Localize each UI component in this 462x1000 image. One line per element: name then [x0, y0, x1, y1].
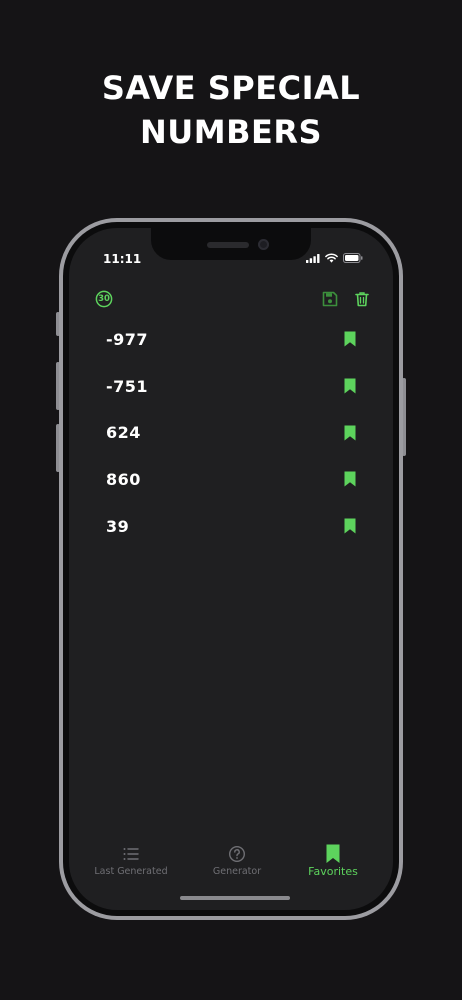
- list-item[interactable]: 624: [69, 409, 393, 456]
- tab-generator[interactable]: Generator: [183, 844, 291, 877]
- toolbar-right: [321, 290, 371, 308]
- list-icon: [123, 848, 139, 860]
- promo-headline-line-1: SAVE SPECIAL: [101, 69, 361, 107]
- bookmark-icon[interactable]: [343, 471, 357, 487]
- trash-icon: [355, 292, 369, 307]
- tab-favorites[interactable]: Favorites: [279, 844, 387, 878]
- favorite-number: -751: [106, 376, 149, 396]
- list-item[interactable]: -977: [69, 316, 393, 363]
- promo-headline-line-2: NUMBERS: [139, 113, 323, 151]
- home-indicator: [180, 896, 290, 900]
- bookmark-icon[interactable]: [343, 425, 357, 441]
- list-item[interactable]: -751: [69, 363, 393, 410]
- notch: [151, 228, 311, 260]
- favorite-number: 860: [106, 469, 141, 489]
- bookmark-icon: [326, 844, 340, 863]
- favorite-number: 39: [106, 516, 130, 536]
- bookmark-icon[interactable]: [343, 518, 357, 534]
- delete-button[interactable]: [353, 290, 371, 308]
- tab-label: Favorites: [308, 865, 358, 878]
- app-store-screenshot: SAVE SPECIAL NUMBERS 11:11 30 -977 -751 …: [0, 0, 462, 1000]
- promo-headline: SAVE SPECIAL NUMBERS: [0, 66, 462, 154]
- favorite-number: -977: [106, 329, 149, 349]
- battery-icon: [343, 253, 363, 263]
- favorites-list: -977 -751 624 860 39: [69, 316, 393, 549]
- front-camera: [258, 239, 269, 250]
- signal-icon: [306, 253, 320, 263]
- save-button[interactable]: [321, 290, 339, 308]
- status-icons: [306, 253, 363, 263]
- tab-label: Generator: [212, 866, 262, 877]
- tab-label: Last Generated: [94, 866, 168, 877]
- question-circle-icon: [228, 845, 246, 863]
- favorite-number: 624: [106, 423, 141, 443]
- phone-screen: 11:11 30 -977 -751 624 860 39 Last Gener…: [69, 228, 393, 910]
- count-badge-text: 30: [98, 294, 110, 304]
- count-badge-button[interactable]: 30: [95, 290, 113, 308]
- phone-frame: 11:11 30 -977 -751 624 860 39 Last Gener…: [59, 218, 403, 920]
- status-time: 11:11: [103, 252, 142, 266]
- phone-bezel: 11:11 30 -977 -751 624 860 39 Last Gener…: [63, 222, 399, 916]
- bookmark-icon[interactable]: [343, 331, 357, 347]
- toolbar-left: 30: [95, 290, 113, 312]
- speaker-grille: [207, 242, 249, 248]
- list-item[interactable]: 860: [69, 456, 393, 503]
- list-item[interactable]: 39: [69, 503, 393, 550]
- tab-last-generated[interactable]: Last Generated: [77, 844, 185, 877]
- bookmark-icon[interactable]: [343, 378, 357, 394]
- wifi-icon: [325, 253, 338, 263]
- floppy-disk-icon: [322, 291, 338, 307]
- tab-bar: Last Generated Generator Favorites: [69, 836, 393, 886]
